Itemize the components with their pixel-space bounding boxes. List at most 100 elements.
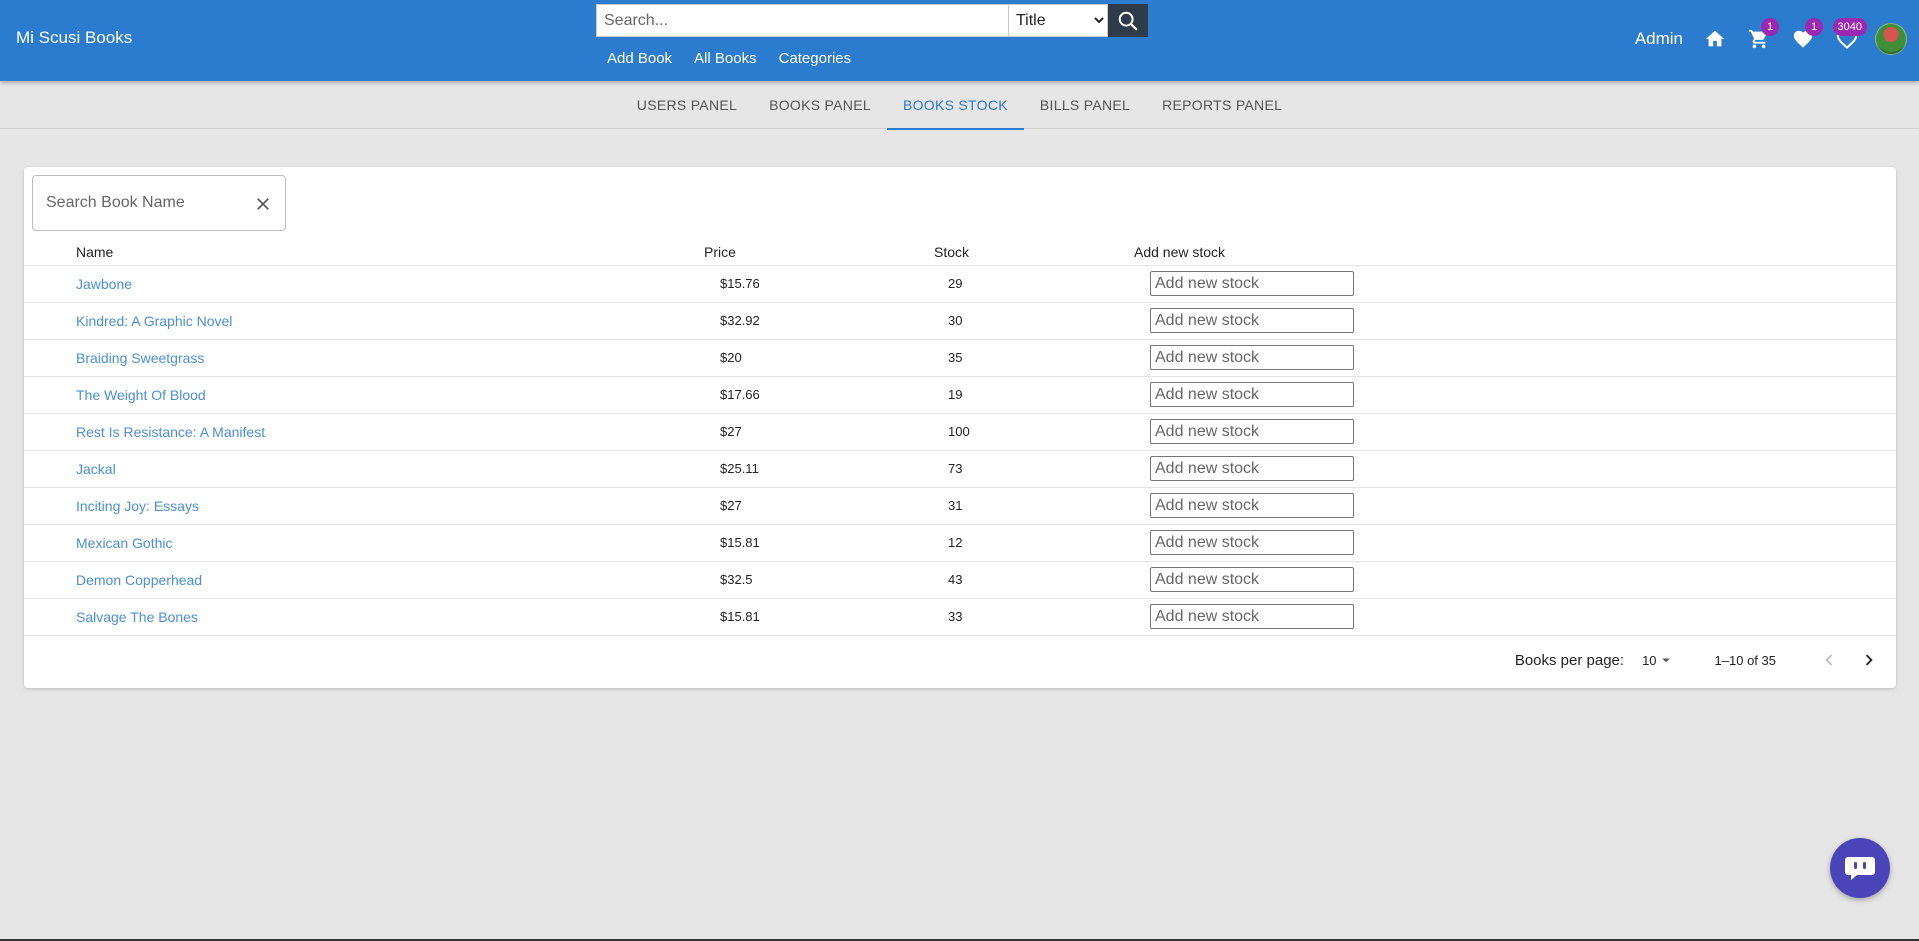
book-name-link[interactable]: Kindred: A Graphic Novel <box>76 313 232 329</box>
column-header-name: Name <box>24 239 704 266</box>
book-name-link[interactable]: Rest Is Resistance: A Manifest <box>76 424 265 440</box>
add-stock-input[interactable] <box>1150 567 1354 592</box>
header-nav: Add Book All Books Categories <box>596 50 862 67</box>
add-stock-input[interactable] <box>1150 308 1354 333</box>
add-stock-input[interactable] <box>1150 530 1354 555</box>
rows-per-page-label: Books per page: <box>1514 651 1625 669</box>
add-stock-input[interactable] <box>1150 382 1354 407</box>
rows-per-page-select[interactable]: 10 <box>1642 651 1674 669</box>
book-name-search-input[interactable] <box>46 194 246 212</box>
book-name-link[interactable]: Jawbone <box>76 276 132 292</box>
book-stock: 73 <box>934 450 1134 488</box>
book-stock: 12 <box>934 524 1134 562</box>
column-header-stock: Stock <box>934 239 1134 266</box>
table-row: Mexican Gothic $15.81 12 <box>24 524 1896 562</box>
table-row: Rest Is Resistance: A Manifest $27 100 <box>24 413 1896 451</box>
book-price: $32.92 <box>704 302 934 340</box>
add-stock-input[interactable] <box>1150 271 1354 296</box>
orders-button[interactable]: 3040 <box>1825 18 1869 59</box>
chat-icon <box>1845 857 1875 880</box>
table-row: Braiding Sweetgrass $20 35 <box>24 339 1896 377</box>
search-input[interactable] <box>596 4 1008 37</box>
table-row: Jawbone $15.76 29 <box>24 265 1896 303</box>
add-stock-input[interactable] <box>1150 456 1354 481</box>
book-name-link[interactable]: Mexican Gothic <box>76 535 172 551</box>
tab-reports-panel[interactable]: REPORTS PANEL <box>1146 81 1298 129</box>
wishlist-button[interactable]: 1 <box>1781 18 1825 59</box>
book-price: $27 <box>704 487 934 525</box>
cart-count-badge: 1 <box>1761 18 1779 36</box>
book-stock: 31 <box>934 487 1134 525</box>
close-icon[interactable] <box>253 194 273 214</box>
user-role-label: Admin <box>1634 29 1683 48</box>
search-button[interactable] <box>1108 4 1148 37</box>
book-stock: 35 <box>934 339 1134 377</box>
table-row: The Weight Of Blood $17.66 19 <box>24 376 1896 414</box>
search-type-select[interactable]: Title <box>1008 4 1108 37</box>
brand-title[interactable]: Mi Scusi Books <box>16 28 132 48</box>
book-price: $32.5 <box>704 561 934 599</box>
book-price: $15.76 <box>704 265 934 303</box>
previous-page-button[interactable] <box>1814 645 1844 675</box>
nav-all-books[interactable]: All Books <box>694 50 757 67</box>
orders-count-badge: 3040 <box>1832 18 1867 36</box>
page-range-label: 1–10 of 35 <box>1714 652 1776 668</box>
home-icon <box>1705 30 1725 47</box>
tab-books-panel[interactable]: BOOKS PANEL <box>753 81 887 129</box>
cart-button[interactable]: 1 <box>1737 18 1781 59</box>
nav-add-book[interactable]: Add Book <box>607 50 672 67</box>
book-name-filter <box>32 175 286 231</box>
admin-tabs: USERS PANEL BOOKS PANEL BOOKS STOCK BILL… <box>0 81 1919 130</box>
add-stock-input[interactable] <box>1150 493 1354 518</box>
home-button[interactable] <box>1693 19 1737 59</box>
chat-launcher-button[interactable] <box>1830 838 1890 898</box>
table-row: Inciting Joy: Essays $27 31 <box>24 487 1896 525</box>
column-header-add-new-stock: Add new stock <box>1134 239 1896 266</box>
avatar[interactable] <box>1875 23 1907 55</box>
column-header-price: Price <box>704 239 934 266</box>
book-price: $17.66 <box>704 376 934 414</box>
book-name-link[interactable]: Braiding Sweetgrass <box>76 350 204 366</box>
add-stock-input[interactable] <box>1150 419 1354 444</box>
book-price: $15.81 <box>704 524 934 562</box>
books-stock-card: Name Price Stock Add new stock Jawbone $… <box>24 167 1896 688</box>
chevron-right-icon <box>1865 654 1873 666</box>
table-row: Jackal $25.11 73 <box>24 450 1896 488</box>
header-actions: Admin 1 1 3040 <box>1635 14 1907 64</box>
app-bar: Mi Scusi Books Title Add Book All Books … <box>0 0 1919 81</box>
rows-per-page-value: 10 <box>1642 652 1657 668</box>
table-row: Demon Copperhead $32.5 43 <box>24 561 1896 599</box>
book-name-link[interactable]: Jackal <box>76 461 116 477</box>
book-stock: 33 <box>934 598 1134 636</box>
table-row: Salvage The Bones $15.81 33 <box>24 598 1896 636</box>
wishlist-count-badge: 1 <box>1805 18 1823 36</box>
table-row: Kindred: A Graphic Novel $32.92 30 <box>24 302 1896 340</box>
tab-bills-panel[interactable]: BILLS PANEL <box>1024 81 1146 129</box>
chevron-left-icon <box>1825 654 1833 666</box>
book-name-link[interactable]: Inciting Joy: Essays <box>76 498 199 514</box>
book-stock: 29 <box>934 265 1134 303</box>
book-price: $20 <box>704 339 934 377</box>
caret-down-icon <box>1661 658 1670 663</box>
book-stock: 30 <box>934 302 1134 340</box>
tab-users-panel[interactable]: USERS PANEL <box>621 81 753 129</box>
book-stock: 100 <box>934 413 1134 451</box>
add-stock-input[interactable] <box>1150 345 1354 370</box>
nav-categories[interactable]: Categories <box>779 50 852 67</box>
global-search: Title <box>596 4 1148 37</box>
next-page-button[interactable] <box>1854 645 1884 675</box>
search-icon <box>1118 11 1138 30</box>
tab-books-stock[interactable]: BOOKS STOCK <box>886 81 1024 130</box>
book-price: $15.81 <box>704 598 934 636</box>
add-stock-input[interactable] <box>1150 604 1354 629</box>
book-name-link[interactable]: Demon Copperhead <box>76 572 202 588</box>
book-name-link[interactable]: The Weight Of Blood <box>76 387 206 403</box>
book-name-link[interactable]: Salvage The Bones <box>76 609 198 625</box>
book-price: $25.11 <box>704 450 934 488</box>
book-stock: 19 <box>934 376 1134 414</box>
table-header-row: Name Price Stock Add new stock <box>24 239 1896 266</box>
book-stock: 43 <box>934 561 1134 599</box>
books-stock-table: Name Price Stock Add new stock Jawbone $… <box>24 239 1896 636</box>
table-pagination: Books per page: 10 1–10 of 35 <box>1515 645 1884 675</box>
book-price: $27 <box>704 413 934 451</box>
